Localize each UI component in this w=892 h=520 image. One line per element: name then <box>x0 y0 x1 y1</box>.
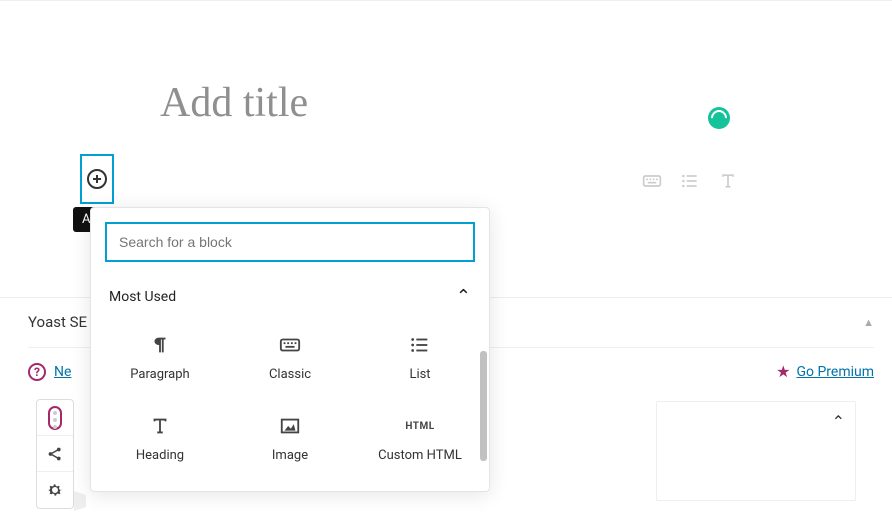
plus-icon <box>87 169 107 189</box>
search-input[interactable] <box>105 222 475 262</box>
share-button[interactable] <box>37 436 73 472</box>
block-label: Classic <box>269 367 311 382</box>
keyboard-icon <box>279 329 301 361</box>
section-label: Most Used <box>109 289 176 305</box>
block-toolbar <box>642 171 738 195</box>
heading-icon <box>149 410 171 442</box>
html-icon: HTML <box>405 410 434 442</box>
star-icon: ★ <box>776 362 790 381</box>
block-image[interactable]: Image <box>227 398 353 475</box>
block-list[interactable]: List <box>357 317 483 394</box>
title-input-placeholder[interactable]: Add title <box>160 79 308 127</box>
block-label: Paragraph <box>130 367 189 382</box>
image-icon <box>279 410 301 442</box>
keyboard-icon[interactable] <box>642 171 662 195</box>
add-block-button[interactable] <box>80 154 114 204</box>
go-premium-link[interactable]: Go Premium <box>796 364 874 380</box>
chevron-up-icon: ⌃ <box>456 286 471 307</box>
list-icon[interactable] <box>680 171 700 195</box>
chevron-up-icon[interactable]: ⌃ <box>832 412 845 431</box>
block-label: Heading <box>136 448 184 463</box>
traffic-light-icon <box>48 406 62 430</box>
yoast-side-toolbar <box>36 399 74 509</box>
help-icon[interactable]: ? <box>28 363 46 381</box>
readability-button[interactable] <box>37 400 73 436</box>
collapse-icon: ▲ <box>863 316 874 329</box>
block-heading[interactable]: Heading <box>97 398 223 475</box>
block-label: Custom HTML <box>378 448 462 463</box>
block-classic[interactable]: Classic <box>227 317 353 394</box>
gear-icon <box>46 481 64 499</box>
block-inserter-panel: Most Used ⌃ Paragraph Classic List <box>90 207 490 492</box>
share-icon <box>46 445 64 463</box>
block-paragraph[interactable]: Paragraph <box>97 317 223 394</box>
tab-handle[interactable] <box>74 491 86 511</box>
grammarly-icon <box>708 107 730 129</box>
need-help-link[interactable]: Ne <box>54 364 71 380</box>
block-label: Image <box>272 448 308 463</box>
list-icon <box>409 329 431 361</box>
settings-button[interactable] <box>37 472 73 508</box>
section-most-used[interactable]: Most Used ⌃ <box>91 276 489 317</box>
text-icon[interactable] <box>718 171 738 195</box>
yoast-title: Yoast SE <box>28 313 87 331</box>
block-custom-html[interactable]: HTML Custom HTML <box>357 398 483 475</box>
scrollbar[interactable] <box>480 351 487 461</box>
block-label: List <box>409 367 430 382</box>
side-panel: ⌃ <box>656 401 856 501</box>
paragraph-icon <box>149 329 171 361</box>
